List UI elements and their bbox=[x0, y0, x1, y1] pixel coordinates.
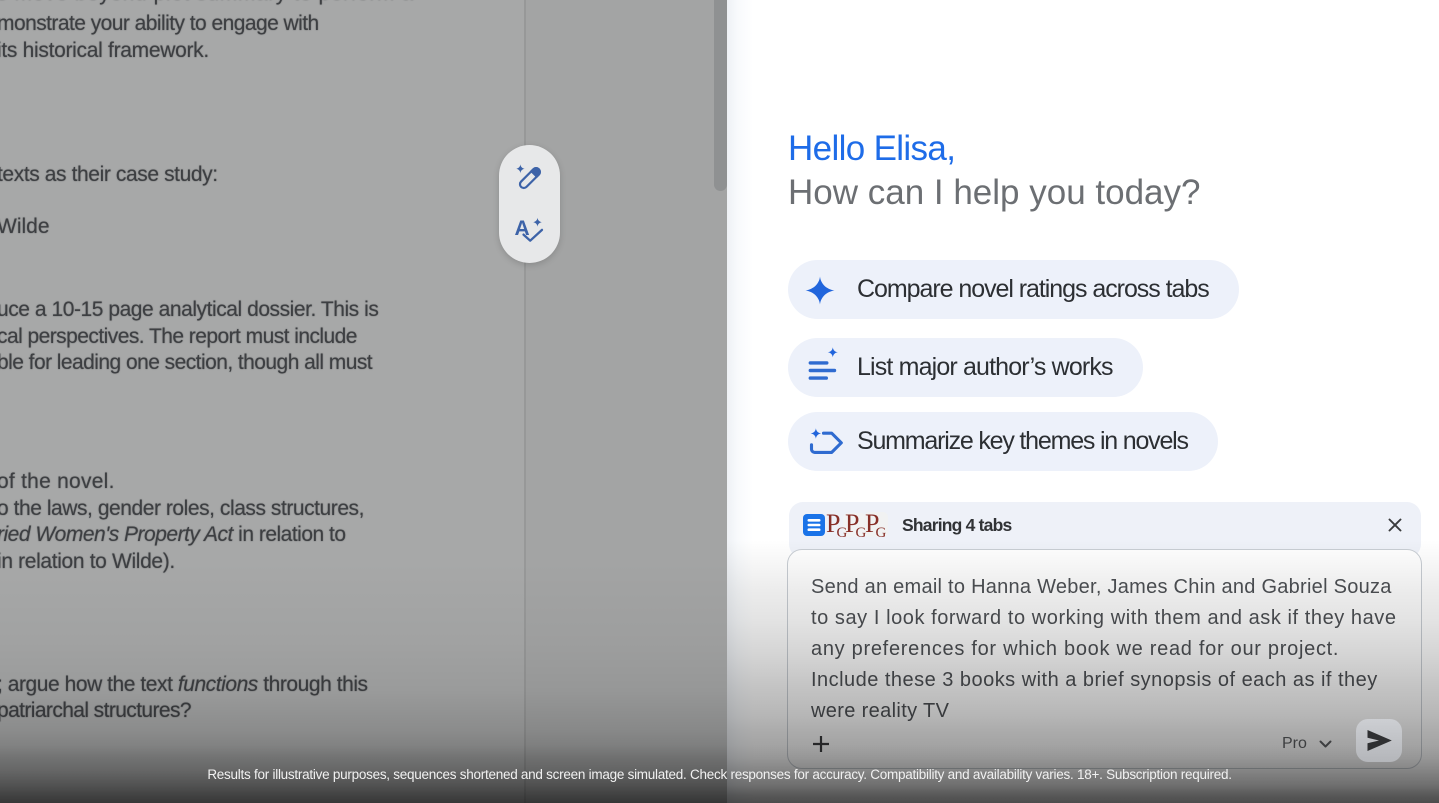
svg-text:A: A bbox=[515, 217, 530, 240]
